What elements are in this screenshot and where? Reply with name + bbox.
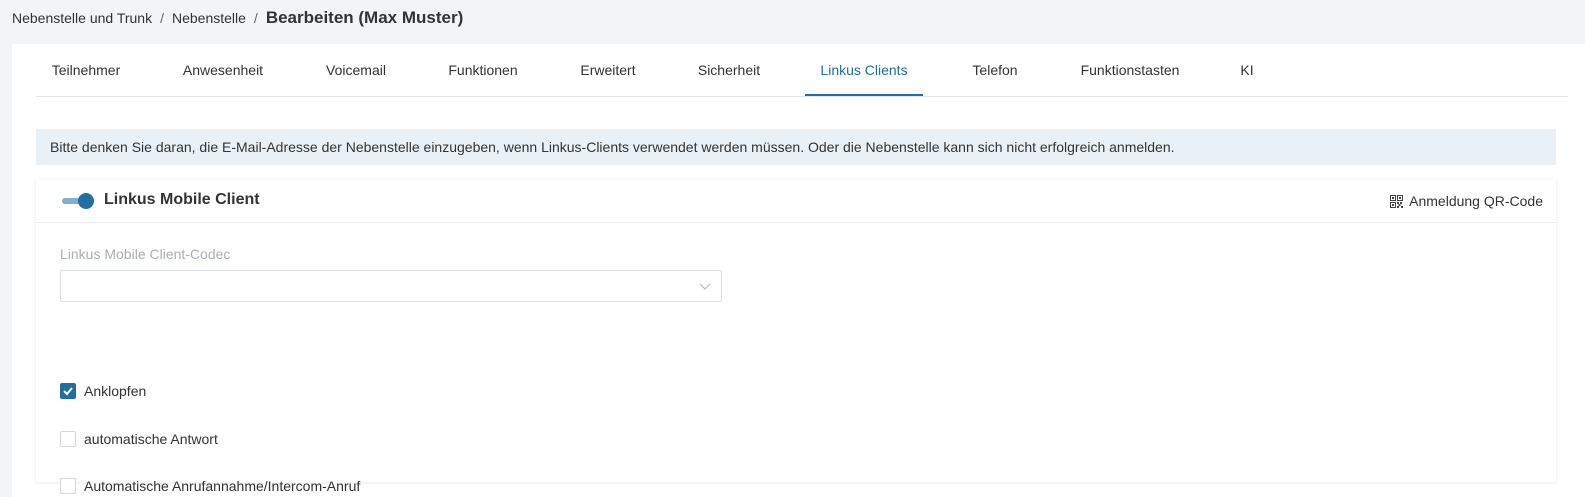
tab-erweitert[interactable]: Erweitert: [579, 44, 637, 96]
tab-bar: Teilnehmer Anwesenheit Voicemail Funktio…: [36, 44, 1568, 97]
toggle-knob: [78, 193, 94, 209]
checkmark-icon: [63, 387, 73, 396]
tab-sicherheit[interactable]: Sicherheit: [697, 44, 761, 96]
info-notice-text: Bitte denken Sie daran, die E-Mail-Adres…: [50, 139, 1175, 155]
panel-header: Linkus Mobile Client Anmeldung QR-Code: [36, 180, 1556, 223]
codec-label: Linkus Mobile Client-Codec: [60, 246, 231, 262]
chevron-down-icon: [699, 283, 711, 290]
linkus-mobile-client-panel: Linkus Mobile Client Anmeldung QR-Code L…: [36, 180, 1556, 494]
page-title: Bearbeiten (Max Muster): [265, 8, 464, 27]
breadcrumb-item-nebenstelle-und-trunk[interactable]: Nebenstelle und Trunk: [12, 10, 152, 26]
intercom-anruf-checkbox[interactable]: [60, 478, 76, 494]
option-anklopfen[interactable]: Anklopfen: [60, 382, 146, 400]
info-notice: Bitte denken Sie daran, die E-Mail-Adres…: [36, 129, 1556, 165]
mobile-client-toggle[interactable]: [62, 193, 94, 209]
intercom-anruf-label: Automatische Anrufannahme/Intercom-Anruf: [84, 478, 361, 494]
breadcrumb-item-nebenstelle[interactable]: Nebenstelle: [172, 10, 246, 26]
tab-telefon[interactable]: Telefon: [971, 44, 1019, 96]
codec-select[interactable]: [60, 270, 722, 302]
automatische-antwort-checkbox[interactable]: [60, 431, 76, 447]
qr-code-icon: [1390, 194, 1404, 208]
breadcrumb-separator: /: [160, 10, 164, 26]
anklopfen-label: Anklopfen: [84, 383, 147, 399]
option-intercom-anruf[interactable]: Automatische Anrufannahme/Intercom-Anruf: [60, 477, 360, 495]
breadcrumb: Nebenstelle und Trunk / Nebenstelle / Be…: [12, 4, 463, 32]
tab-funktionen[interactable]: Funktionen: [447, 44, 519, 96]
tab-ki[interactable]: KI: [1237, 44, 1257, 96]
automatische-antwort-label: automatische Antwort: [84, 431, 218, 447]
tab-anwesenheit[interactable]: Anwesenheit: [182, 44, 264, 96]
tab-funktionstasten[interactable]: Funktionstasten: [1080, 44, 1180, 96]
panel-title: Linkus Mobile Client: [104, 191, 260, 208]
tab-voicemail[interactable]: Voicemail: [325, 44, 387, 96]
tab-linkus-clients[interactable]: Linkus Clients: [805, 44, 923, 96]
breadcrumb-separator: /: [253, 10, 258, 26]
edit-card: Teilnehmer Anwesenheit Voicemail Funktio…: [12, 44, 1585, 497]
option-automatische-antwort[interactable]: automatische Antwort: [60, 430, 218, 448]
qr-code-login-link[interactable]: Anmeldung QR-Code: [1390, 180, 1543, 222]
anklopfen-checkbox[interactable]: [60, 383, 76, 399]
tab-teilnehmer[interactable]: Teilnehmer: [51, 44, 121, 96]
qr-code-login-label: Anmeldung QR-Code: [1409, 193, 1543, 209]
